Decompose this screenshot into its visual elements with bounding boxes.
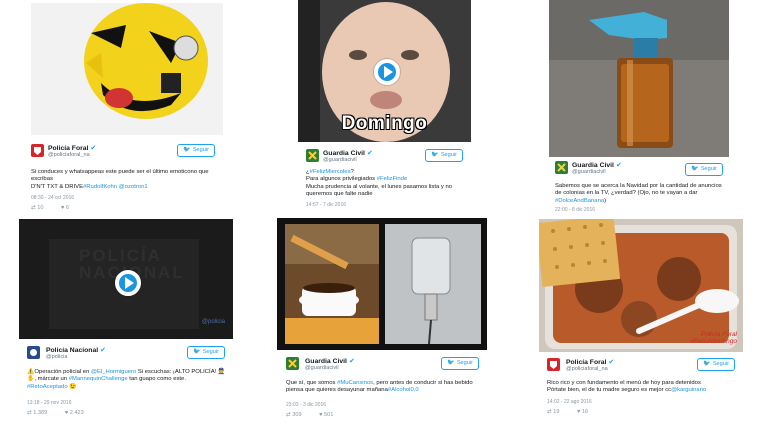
follow-button[interactable]: 🐦 Seguir <box>187 346 225 359</box>
video-caption-overlay: Domingo <box>341 113 428 134</box>
hashtag-link[interactable]: #DolceAndBanana <box>555 198 604 204</box>
mention-link[interactable]: @El_Hormiguero <box>91 369 136 375</box>
tweet-actions: ⇄ 1.389 ♥ 2.423 <box>27 410 100 416</box>
shield-icon <box>550 361 557 369</box>
tweet-card-4: POLICÍA NACIONAL @policia Policía Nacion… <box>19 219 233 429</box>
like-action[interactable]: ♥ 2.423 <box>65 410 92 416</box>
twitter-bird-icon: 🐦 <box>431 152 439 158</box>
tweet-video-policia[interactable]: POLICÍA NACIONAL @policia <box>19 219 233 339</box>
account-name[interactable]: Guardia Civil ✔ <box>323 149 373 157</box>
account-handle[interactable]: @policiaforal_na <box>48 152 90 158</box>
tweet-timestamp[interactable]: 14:02 - 22 ago 2016 <box>547 399 592 405</box>
crest-icon <box>288 359 297 368</box>
guardia-civil-avatar[interactable] <box>286 357 299 370</box>
account-name[interactable]: Policía Nacional ✔ <box>46 346 106 354</box>
tweet-text: Rico rico y con fundamento el menú de ho… <box>547 380 707 394</box>
policia-foral-avatar[interactable] <box>547 358 560 371</box>
crest-icon <box>308 151 317 160</box>
spray-bottle-image <box>549 0 729 157</box>
tweet-timestamp[interactable]: 13:18 - 29 nov 2016 <box>27 400 71 406</box>
hashtag-link[interactable]: #Alcohol0,0 <box>388 387 419 393</box>
guardia-civil-avatar[interactable] <box>555 161 568 174</box>
retweet-action[interactable]: ⇄ 10 <box>31 205 51 211</box>
crest-icon <box>557 163 566 172</box>
tweet-text: Que sí, que somos #MuCansinos, pero ante… <box>286 380 473 394</box>
tweet-image-emoji[interactable] <box>31 3 223 135</box>
account-name[interactable]: Guardia Civil ✔ <box>572 161 622 169</box>
account-handle[interactable]: @policiaforal_na <box>566 366 608 372</box>
verified-badge-icon: ✔ <box>608 359 615 366</box>
policia-nacional-avatar[interactable] <box>27 346 40 359</box>
badge-icon <box>30 349 37 356</box>
retweet-action[interactable]: ⇄ 1.389 <box>27 410 55 416</box>
tweet-timestamp[interactable]: 14:57 - 7 dic 2016 <box>306 202 346 208</box>
hashtag-link[interactable]: #FelizFinde <box>377 176 407 182</box>
tweet-actions: ⇄ 19 ♥ 16 <box>547 409 604 415</box>
follow-button[interactable]: 🐦 Seguir <box>177 144 215 157</box>
account-name[interactable]: Guardia Civil ✔ <box>305 357 355 365</box>
follow-button[interactable]: 🐦 Seguir <box>685 163 723 176</box>
tweet-card-3: Guardia Civil ✔ @guardiacivil 🐦 Seguir Sab… <box>549 0 729 215</box>
smashed-emoji-image <box>31 3 223 135</box>
hashtag-link[interactable]: #RudolfKohn @ozotron1 <box>83 184 148 190</box>
account-handle[interactable]: @guardiacivil <box>572 169 606 175</box>
retweet-action[interactable]: ⇄ 19 <box>547 409 567 415</box>
tweet-timestamp[interactable]: 23:03 - 3 dic 2016 <box>286 402 326 408</box>
tweet-card-2: Domingo Guardia Civil ✔ @guardiacivil 🐦 Se… <box>298 0 471 213</box>
twitter-bird-icon: 🐦 <box>447 360 455 366</box>
tweet-image-bottle[interactable] <box>549 0 729 157</box>
verified-badge-icon: ✔ <box>348 358 355 365</box>
verified-badge-icon: ✔ <box>100 347 106 354</box>
tweet-image-food[interactable]: Policía Foral #RetoAlterlango <box>539 219 743 352</box>
follow-button[interactable]: 🐦 Seguir <box>441 357 479 370</box>
video-tag: @policia <box>201 319 225 325</box>
policia-foral-avatar[interactable] <box>31 144 44 157</box>
like-action[interactable]: ♥ 501 <box>319 412 341 418</box>
tweet-image-churros[interactable] <box>277 218 487 350</box>
tweet-card-6: Policía Foral #RetoAlterlango Policía Fo… <box>539 219 743 431</box>
hashtag-link[interactable]: #RetoAceptado <box>27 384 68 390</box>
account-name[interactable]: Policía Foral ✔ <box>566 358 614 366</box>
twitter-bird-icon: 🐦 <box>691 166 699 172</box>
like-action[interactable]: ♥ 16 <box>577 409 596 415</box>
twitter-bird-icon: 🐦 <box>193 349 201 355</box>
guardia-civil-avatar[interactable] <box>306 149 319 162</box>
verified-badge-icon: ✔ <box>90 145 97 152</box>
tweet-card-5: Guardia Civil ✔ @guardiacivil 🐦 Seguir Que… <box>277 218 487 431</box>
verified-badge-icon: ✔ <box>366 150 373 157</box>
tweet-actions: ⇄ 309 ♥ 501 <box>286 412 349 418</box>
account-name[interactable]: Policía Foral ✔ <box>48 144 96 152</box>
account-handle[interactable]: @policia <box>46 354 68 360</box>
tweet-text: ⚠️Operación policial en @El_Hormiguero S… <box>27 369 226 390</box>
tweet-card-1: Policía Foral ✔ @policiaforal_na 🐦 Seguir … <box>31 3 223 213</box>
account-handle[interactable]: @guardiacivil <box>323 157 357 163</box>
twitter-bird-icon: 🐦 <box>703 361 711 367</box>
tweet-text: Sabemos que se acerca la Navidad por la … <box>555 183 722 204</box>
tweet-video-baby[interactable]: Domingo <box>298 0 471 142</box>
hashtag-link[interactable]: #MuCansinos <box>337 380 373 386</box>
image-watermark: Policía Foral #RetoAlterlango <box>690 331 737 345</box>
tweet-timestamp[interactable]: 08:30 - 24 oct 2016 <box>31 195 74 201</box>
churros-and-drip-image <box>277 218 487 350</box>
play-button-icon[interactable] <box>115 270 141 296</box>
hashtag-link[interactable]: #MannequinChallenge <box>69 376 128 382</box>
hashtag-link[interactable]: #FelizMiercoles <box>310 169 351 175</box>
like-action[interactable]: ♥ 6 <box>61 205 77 211</box>
tweet-text: Si conduces y whatsappeas este puede ser… <box>31 169 209 190</box>
tweet-timestamp[interactable]: 22:00 - 8 dic 2016 <box>555 207 595 213</box>
follow-button[interactable]: 🐦 Seguir <box>425 149 463 162</box>
account-handle[interactable]: @guardiacivil <box>305 365 339 371</box>
shield-icon <box>34 147 41 155</box>
follow-button[interactable]: 🐦 Seguir <box>697 358 735 371</box>
mention-link[interactable]: @karguinano <box>671 387 706 393</box>
play-button-icon[interactable] <box>374 59 400 85</box>
tweet-actions: ⇄ 10 ♥ 6 <box>31 205 85 211</box>
tweet-text: ¿#FelizMiercoles? Para algunos privilegi… <box>306 169 453 198</box>
verified-badge-icon: ✔ <box>615 162 622 169</box>
twitter-bird-icon: 🐦 <box>183 147 191 153</box>
retweet-action[interactable]: ⇄ 309 <box>286 412 310 418</box>
